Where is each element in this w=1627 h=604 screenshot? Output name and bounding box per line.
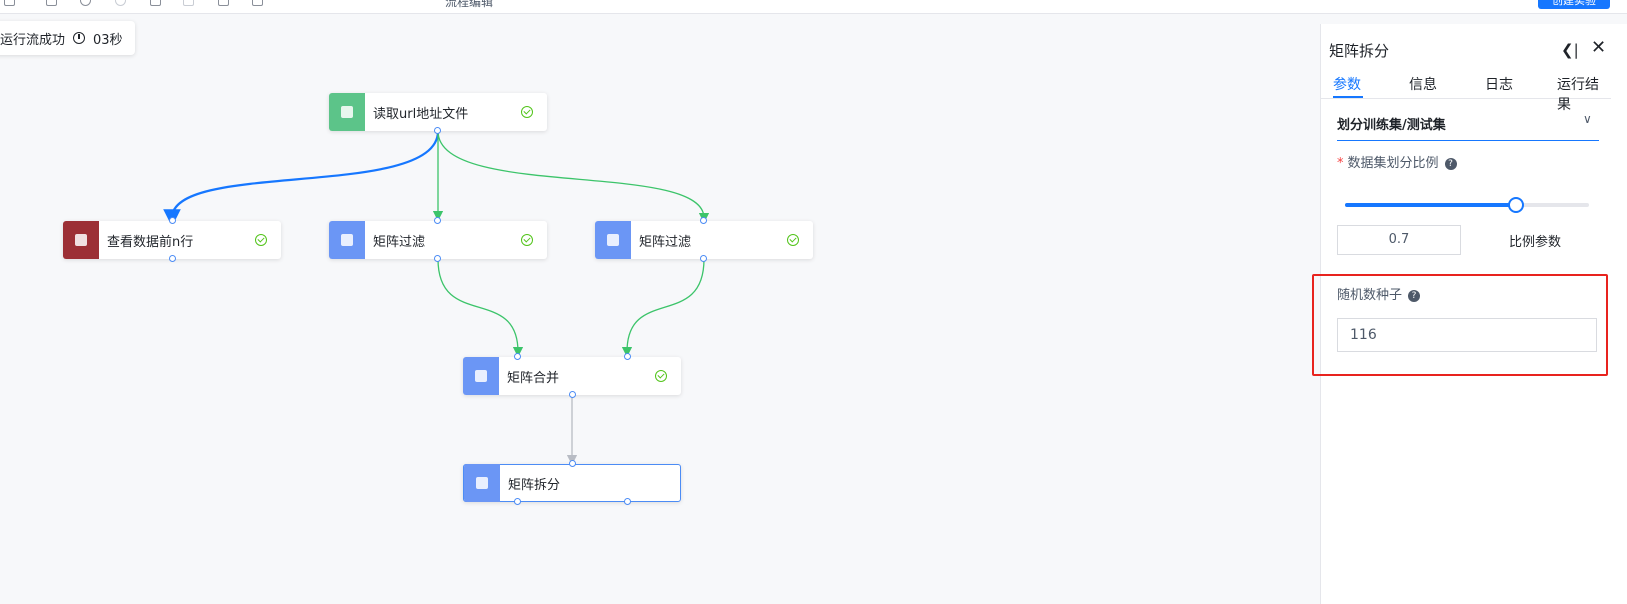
split-ratio-slider[interactable] — [1345, 197, 1589, 213]
tab-logs[interactable]: 日志 — [1485, 74, 1513, 94]
output-port[interactable] — [169, 255, 176, 262]
table-icon — [63, 221, 99, 259]
node-matrix-split[interactable]: 矩阵拆分 — [463, 464, 681, 502]
success-check-icon — [255, 234, 267, 246]
node-label: 查看数据前n行 — [107, 234, 194, 250]
input-port[interactable] — [569, 460, 576, 467]
section-header[interactable]: 划分训练集/测试集 ∨ — [1337, 104, 1599, 141]
node-label: 矩阵过滤 — [373, 234, 426, 250]
panel-title: 矩阵拆分 — [1329, 42, 1390, 60]
node-matrix-filter-2[interactable]: 矩阵过滤 — [595, 221, 813, 259]
create-experiment-button[interactable]: 创建实验 — [1538, 0, 1610, 9]
chevron-down-icon[interactable]: ∨ — [1583, 112, 1592, 126]
success-check-icon — [521, 234, 533, 246]
split-ratio-label: * 数据集划分比例? — [1337, 152, 1457, 171]
success-check-icon — [787, 234, 799, 246]
input-port[interactable] — [434, 217, 441, 224]
matrix-icon — [464, 464, 500, 502]
output-port[interactable] — [700, 255, 707, 262]
required-mark: * — [1337, 156, 1344, 171]
node-label: 矩阵过滤 — [639, 234, 692, 250]
input-port[interactable] — [169, 217, 176, 224]
node-read-url-file[interactable]: 读取url地址文件 — [329, 93, 547, 131]
success-check-icon — [655, 370, 667, 382]
node-label: 读取url地址文件 — [373, 106, 469, 122]
node-label: 矩阵合并 — [507, 370, 560, 386]
matrix-icon — [463, 357, 499, 395]
active-tab-indicator — [1333, 96, 1363, 98]
output-port[interactable] — [434, 255, 441, 262]
edge-read-to-head — [163, 130, 440, 227]
input-port[interactable] — [700, 217, 707, 224]
panel-tabs: 参数 信息 日志 运行结果 — [1321, 72, 1611, 113]
highlight-annotation — [1312, 274, 1608, 376]
output-port[interactable] — [434, 127, 441, 134]
slider-handle[interactable] — [1507, 197, 1524, 213]
slider-fill — [1345, 203, 1516, 207]
input-port[interactable] — [624, 353, 631, 360]
matrix-icon — [595, 221, 631, 259]
close-icon[interactable]: ✕ — [1591, 37, 1606, 58]
edge-filter2-to-merge — [621, 258, 705, 358]
file-icon — [329, 93, 365, 131]
workflow-edges — [163, 130, 710, 466]
node-view-head-rows[interactable]: 查看数据前n行 — [63, 221, 281, 259]
input-port[interactable] — [514, 353, 521, 360]
ratio-param-label: 比例参数 — [1509, 235, 1562, 250]
matrix-icon — [329, 221, 365, 259]
success-check-icon — [521, 106, 533, 118]
help-icon[interactable]: ? — [1444, 158, 1457, 170]
node-matrix-filter-1[interactable]: 矩阵过滤 — [329, 221, 547, 259]
tab-params[interactable]: 参数 — [1333, 74, 1361, 94]
edge-filter1-to-merge — [437, 258, 524, 358]
output-port[interactable] — [569, 391, 576, 398]
edge-read-to-filter2 — [437, 130, 710, 224]
collapse-icon[interactable]: ❮| — [1561, 41, 1579, 59]
tab-info[interactable]: 信息 — [1409, 74, 1437, 94]
output-port[interactable] — [514, 498, 521, 505]
section-title: 划分训练集/测试集 — [1337, 118, 1446, 133]
split-ratio-input[interactable]: 0.7 — [1337, 225, 1461, 255]
node-matrix-merge[interactable]: 矩阵合并 — [463, 357, 681, 395]
output-port[interactable] — [624, 498, 631, 505]
node-label: 矩阵拆分 — [508, 477, 561, 493]
